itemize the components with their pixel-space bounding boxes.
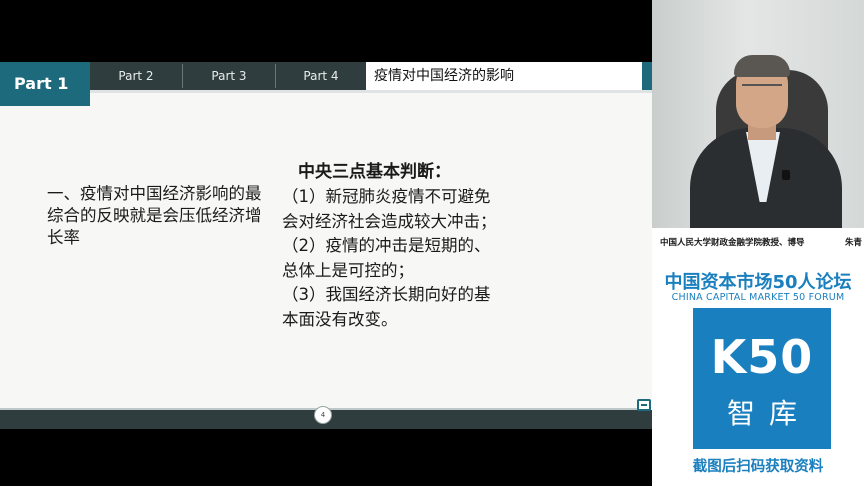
judgment-line: （3）我国经济长期向好的基: [282, 285, 491, 304]
slide-tab-bar: Part 1 Part 2 Part 3 Part 4 疫情对中国经济的影响: [0, 62, 652, 106]
speaker-video: [652, 0, 864, 228]
presentation-corner-icon: [637, 399, 651, 411]
judgment-line: （1）新冠肺炎疫情不可避免: [282, 187, 491, 206]
judgment-list: （1）新冠肺炎疫情不可避免 会对经济社会造成较大冲击； （2）疫情的冲击是短期的…: [282, 185, 582, 332]
tab-part-1: Part 1: [0, 62, 90, 106]
lapel-mic-icon: [782, 170, 790, 180]
tab-part-3: Part 3: [211, 69, 247, 83]
speaker-glasses: [742, 84, 782, 94]
speaker-caption-bar: 中国人民大学财政金融学院教授、博导 朱青: [652, 228, 864, 258]
section-title: 疫情对中国经济的影响: [366, 62, 642, 90]
slide-right-block: 中央三点基本判断： （1）新冠肺炎疫情不可避免 会对经济社会造成较大冲击； （2…: [282, 160, 582, 332]
tab-strip-divider: [90, 90, 652, 93]
judgment-line: 本面没有改变。: [282, 309, 398, 329]
page-number-badge: 4: [314, 406, 332, 424]
forum-title-english: CHINA CAPITAL MARKET 50 FORUM: [671, 292, 845, 303]
speaker-title: 中国人民大学财政金融学院教授、博导: [660, 238, 805, 248]
speaker-name: 朱青: [845, 238, 863, 248]
side-panel: 中国人民大学财政金融学院教授、博导 朱青 中国资本市场50人论坛 CHINA C…: [652, 0, 864, 486]
tab-part-4: Part 4: [303, 69, 339, 83]
judgment-line: 会对经济社会造成较大冲击；: [282, 211, 497, 231]
judgment-heading: 中央三点基本判断：: [298, 162, 451, 182]
slide-canvas: Part 1 Part 2 Part 3 Part 4 疫情对中国经济的影响 一…: [0, 62, 652, 429]
forum-title-chinese: 中国资本市场50人论坛: [664, 272, 852, 293]
section-title-accent: [642, 62, 652, 90]
scan-qr-note: 截图后扫码获取资料: [692, 459, 824, 475]
speaker-hair: [734, 55, 790, 77]
tab-part-2: Part 2: [118, 69, 154, 83]
judgment-line: 总体上是可控的；: [282, 260, 414, 280]
k50-logo-subtitle: 智库: [726, 397, 811, 430]
slide-left-point: 一、疫情对中国经济影响的最综合的反映就是会压低经济增长率: [47, 184, 262, 247]
judgment-line: （2）疫情的冲击是短期的、: [282, 236, 491, 255]
k50-logo-text: K50: [710, 330, 814, 384]
k50-think-tank-logo: K50 智库: [693, 308, 831, 449]
presentation-slide-area: Part 1 Part 2 Part 3 Part 4 疫情对中国经济的影响 一…: [0, 0, 652, 486]
